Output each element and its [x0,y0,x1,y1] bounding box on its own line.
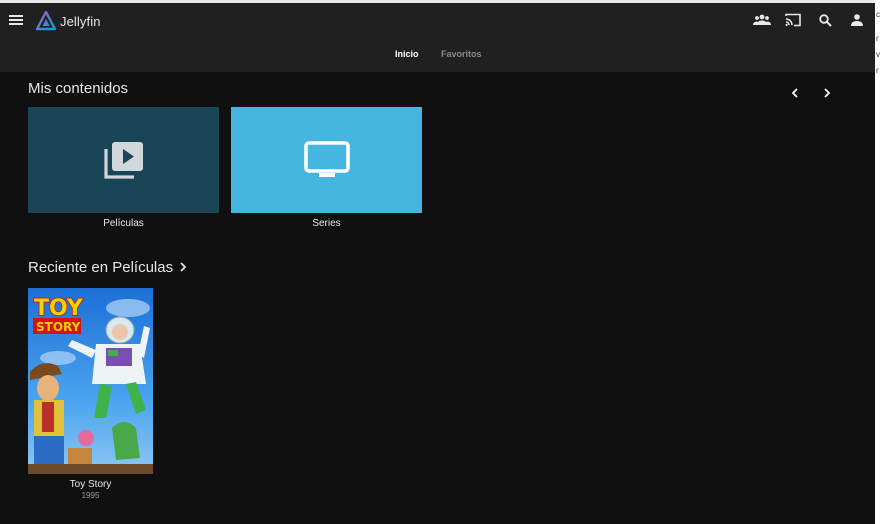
video-library-icon [103,142,143,179]
poster-title-top: TOY [34,296,84,321]
scroll-right-button[interactable] [817,83,837,103]
search-icon[interactable] [812,7,838,33]
edge-glyph: v [876,50,880,59]
library-label-movies: Películas [103,218,144,229]
recent-movies-title[interactable]: Reciente en Películas [28,259,187,276]
menu-icon[interactable] [3,7,29,33]
user-icon[interactable] [844,7,870,33]
edge-glyph: r [876,34,879,43]
library-card-movies[interactable] [28,107,219,213]
library-card-series[interactable] [231,107,422,213]
app-name: Jellyfin [60,13,101,29]
tv-icon [303,141,350,177]
poster-title-bottom: STORY [36,320,81,334]
recent-movies-title-text: Reciente en Películas [28,259,174,276]
app-header: Jellyfin Inicio Favoritos [0,3,875,72]
movie-year: 1995 [81,491,100,500]
movie-title[interactable]: Toy Story [28,479,153,490]
toy-story-poster-image: TOY STORY [28,288,153,474]
jellyfin-app: Jellyfin Inicio Favoritos Mis contenidos… [0,0,875,524]
jellyfin-logo-icon [36,11,56,31]
scroll-left-button[interactable] [785,83,805,103]
tab-favoritos[interactable]: Favoritos [441,49,482,59]
chevron-right-icon [824,88,831,98]
tab-inicio[interactable]: Inicio [395,49,419,59]
background-window-edge: c r v r [875,0,880,524]
users-icon[interactable] [749,7,775,33]
cast-icon[interactable] [780,7,806,33]
edge-glyph: r [876,66,879,75]
poster-toy-story[interactable]: TOY STORY [28,288,153,474]
chevron-left-icon [791,88,798,98]
library-label-series: Series [312,218,341,229]
home-tabs: Inicio Favoritos [0,47,875,67]
chevron-right-icon [180,262,187,272]
my-media-title: Mis contenidos [28,80,129,97]
edge-glyph: c [876,10,880,19]
app-logo[interactable]: Jellyfin [36,11,101,31]
